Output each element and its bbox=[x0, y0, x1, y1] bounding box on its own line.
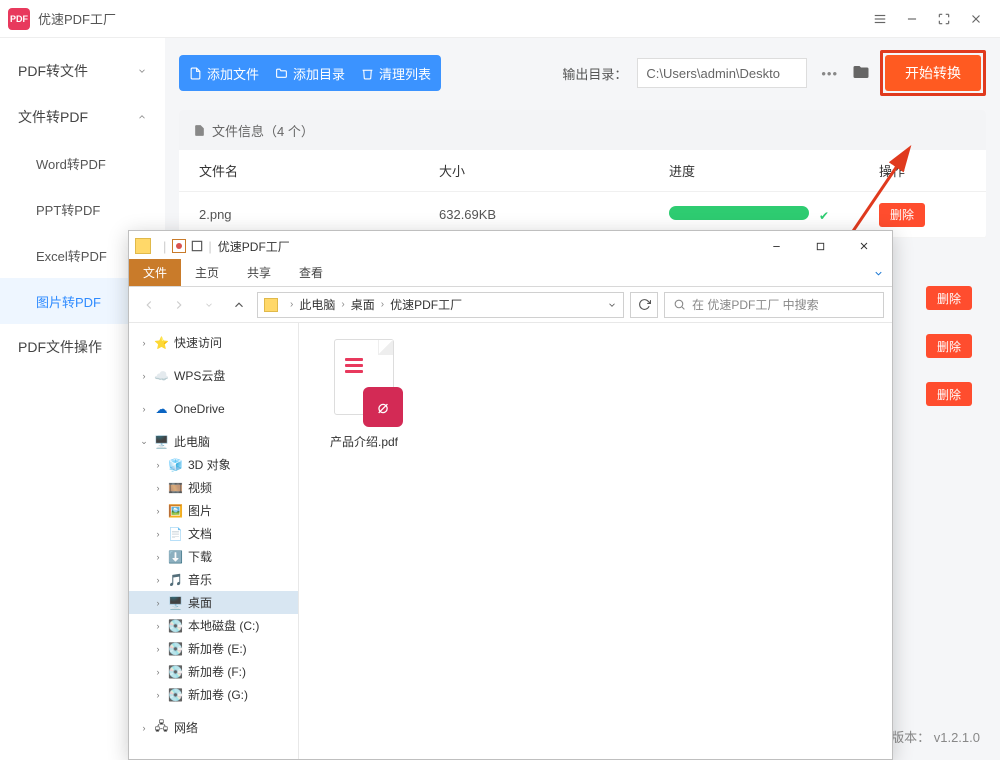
minimize-icon[interactable] bbox=[896, 3, 928, 35]
col-progress: 进度 bbox=[669, 161, 879, 180]
sidebar-group-file-to-pdf[interactable]: 文件转PDF bbox=[0, 94, 165, 140]
col-action: 操作 bbox=[879, 161, 966, 180]
output-dir-input[interactable]: C:\Users\admin\Deskto bbox=[637, 58, 807, 88]
refresh-icon[interactable] bbox=[630, 292, 658, 318]
close-icon[interactable] bbox=[960, 3, 992, 35]
sidebar-item-word[interactable]: Word转PDF bbox=[0, 140, 165, 186]
add-folder-button[interactable]: 添加目录 bbox=[275, 64, 345, 83]
tree-3d[interactable]: ›🧊3D 对象 bbox=[129, 453, 298, 476]
nav-up-icon[interactable] bbox=[227, 293, 251, 317]
search-icon bbox=[673, 298, 686, 311]
delete-button[interactable]: 删除 bbox=[879, 203, 925, 227]
check-icon: ✔ bbox=[819, 209, 829, 223]
cell-progress: ✔ bbox=[669, 206, 879, 223]
tree-diskc[interactable]: ›💽本地磁盘 (C:) bbox=[129, 614, 298, 637]
chevron-up-icon bbox=[137, 112, 147, 122]
toolbar-actions: 添加文件 添加目录 清理列表 bbox=[179, 55, 441, 91]
explorer-window: | | 优速PDF工厂 文件 主页 共享 查看 › 此电脑› 桌面› 优速PDF… bbox=[128, 230, 893, 760]
qat-icon[interactable] bbox=[172, 239, 186, 253]
menu-icon[interactable] bbox=[864, 3, 896, 35]
app-title: 优速PDF工厂 bbox=[38, 9, 116, 28]
file-info-header: 文件信息（4 个） bbox=[179, 110, 986, 150]
tree-diskf[interactable]: ›💽新加卷 (F:) bbox=[129, 660, 298, 683]
tree-wps[interactable]: ›☁️WPS云盘 bbox=[129, 364, 298, 387]
chevron-down-icon bbox=[137, 66, 147, 76]
delete-button[interactable]: 删除 bbox=[926, 382, 972, 406]
maximize-icon[interactable] bbox=[798, 232, 842, 260]
version-label: 版本： v1.2.1.0 bbox=[891, 727, 980, 746]
col-filename: 文件名 bbox=[199, 161, 439, 180]
chevron-down-icon[interactable] bbox=[607, 300, 617, 310]
clear-list-button[interactable]: 清理列表 bbox=[361, 64, 431, 83]
tree-onedrive[interactable]: ›☁OneDrive bbox=[129, 397, 298, 420]
open-folder-icon[interactable] bbox=[852, 63, 870, 84]
minimize-icon[interactable] bbox=[754, 232, 798, 260]
folder-icon bbox=[135, 238, 151, 254]
nav-recent-icon[interactable] bbox=[197, 293, 221, 317]
maximize-icon[interactable] bbox=[928, 3, 960, 35]
nav-back-icon[interactable] bbox=[137, 293, 161, 317]
sidebar-group-pdf-to-file[interactable]: PDF转文件 bbox=[0, 48, 165, 94]
tree-video[interactable]: ›🎞️视频 bbox=[129, 476, 298, 499]
delete-button[interactable]: 删除 bbox=[926, 286, 972, 310]
delete-button[interactable]: 删除 bbox=[926, 334, 972, 358]
cell-size: 632.69KB bbox=[439, 207, 669, 222]
col-size: 大小 bbox=[439, 161, 669, 180]
tree-thispc[interactable]: ⌄🖥️此电脑 bbox=[129, 430, 298, 453]
tree-docs[interactable]: ›📄文档 bbox=[129, 522, 298, 545]
tree-diske[interactable]: ›💽新加卷 (E:) bbox=[129, 637, 298, 660]
explorer-title: 优速PDF工厂 bbox=[218, 238, 290, 255]
tab-home[interactable]: 主页 bbox=[181, 259, 233, 286]
app-logo: PDF bbox=[8, 8, 30, 30]
search-input[interactable]: 在 优速PDF工厂 中搜索 bbox=[664, 292, 884, 318]
tab-file[interactable]: 文件 bbox=[129, 259, 181, 286]
sidebar-item-ppt[interactable]: PPT转PDF bbox=[0, 186, 165, 232]
start-convert-button[interactable]: 开始转换 bbox=[885, 55, 981, 91]
address-bar[interactable]: › 此电脑› 桌面› 优速PDF工厂 bbox=[257, 292, 624, 318]
tree-downloads[interactable]: ›⬇️下载 bbox=[129, 545, 298, 568]
tab-view[interactable]: 查看 bbox=[285, 259, 337, 286]
tree-network[interactable]: ›🖧网络 bbox=[129, 716, 298, 739]
pdf-icon: ⌀ bbox=[329, 339, 399, 425]
tree-music[interactable]: ›🎵音乐 bbox=[129, 568, 298, 591]
file-item[interactable]: ⌀ 产品介绍.pdf bbox=[319, 339, 409, 450]
close-icon[interactable] bbox=[842, 232, 886, 260]
file-icon bbox=[193, 124, 206, 137]
start-highlight: 开始转换 bbox=[880, 50, 986, 96]
file-label: 产品介绍.pdf bbox=[319, 433, 409, 450]
tree-desktop[interactable]: ›🖥️桌面 bbox=[129, 591, 298, 614]
explorer-tree: ›⭐快速访问 ›☁️WPS云盘 ›☁OneDrive ⌄🖥️此电脑 ›🧊3D 对… bbox=[129, 323, 299, 759]
qat-icon[interactable] bbox=[190, 239, 204, 253]
nav-forward-icon[interactable] bbox=[167, 293, 191, 317]
tree-diskg[interactable]: ›💽新加卷 (G:) bbox=[129, 683, 298, 706]
ribbon-toggle-icon[interactable] bbox=[873, 267, 884, 286]
tab-share[interactable]: 共享 bbox=[233, 259, 285, 286]
output-dir-label: 输出目录： bbox=[562, 64, 627, 83]
add-file-button[interactable]: 添加文件 bbox=[189, 64, 259, 83]
browse-button[interactable]: ••• bbox=[817, 66, 842, 81]
cell-filename: 2.png bbox=[199, 207, 439, 222]
tree-quick-access[interactable]: ›⭐快速访问 bbox=[129, 331, 298, 354]
explorer-files[interactable]: ⌀ 产品介绍.pdf bbox=[299, 323, 892, 759]
tree-pictures[interactable]: ›🖼️图片 bbox=[129, 499, 298, 522]
